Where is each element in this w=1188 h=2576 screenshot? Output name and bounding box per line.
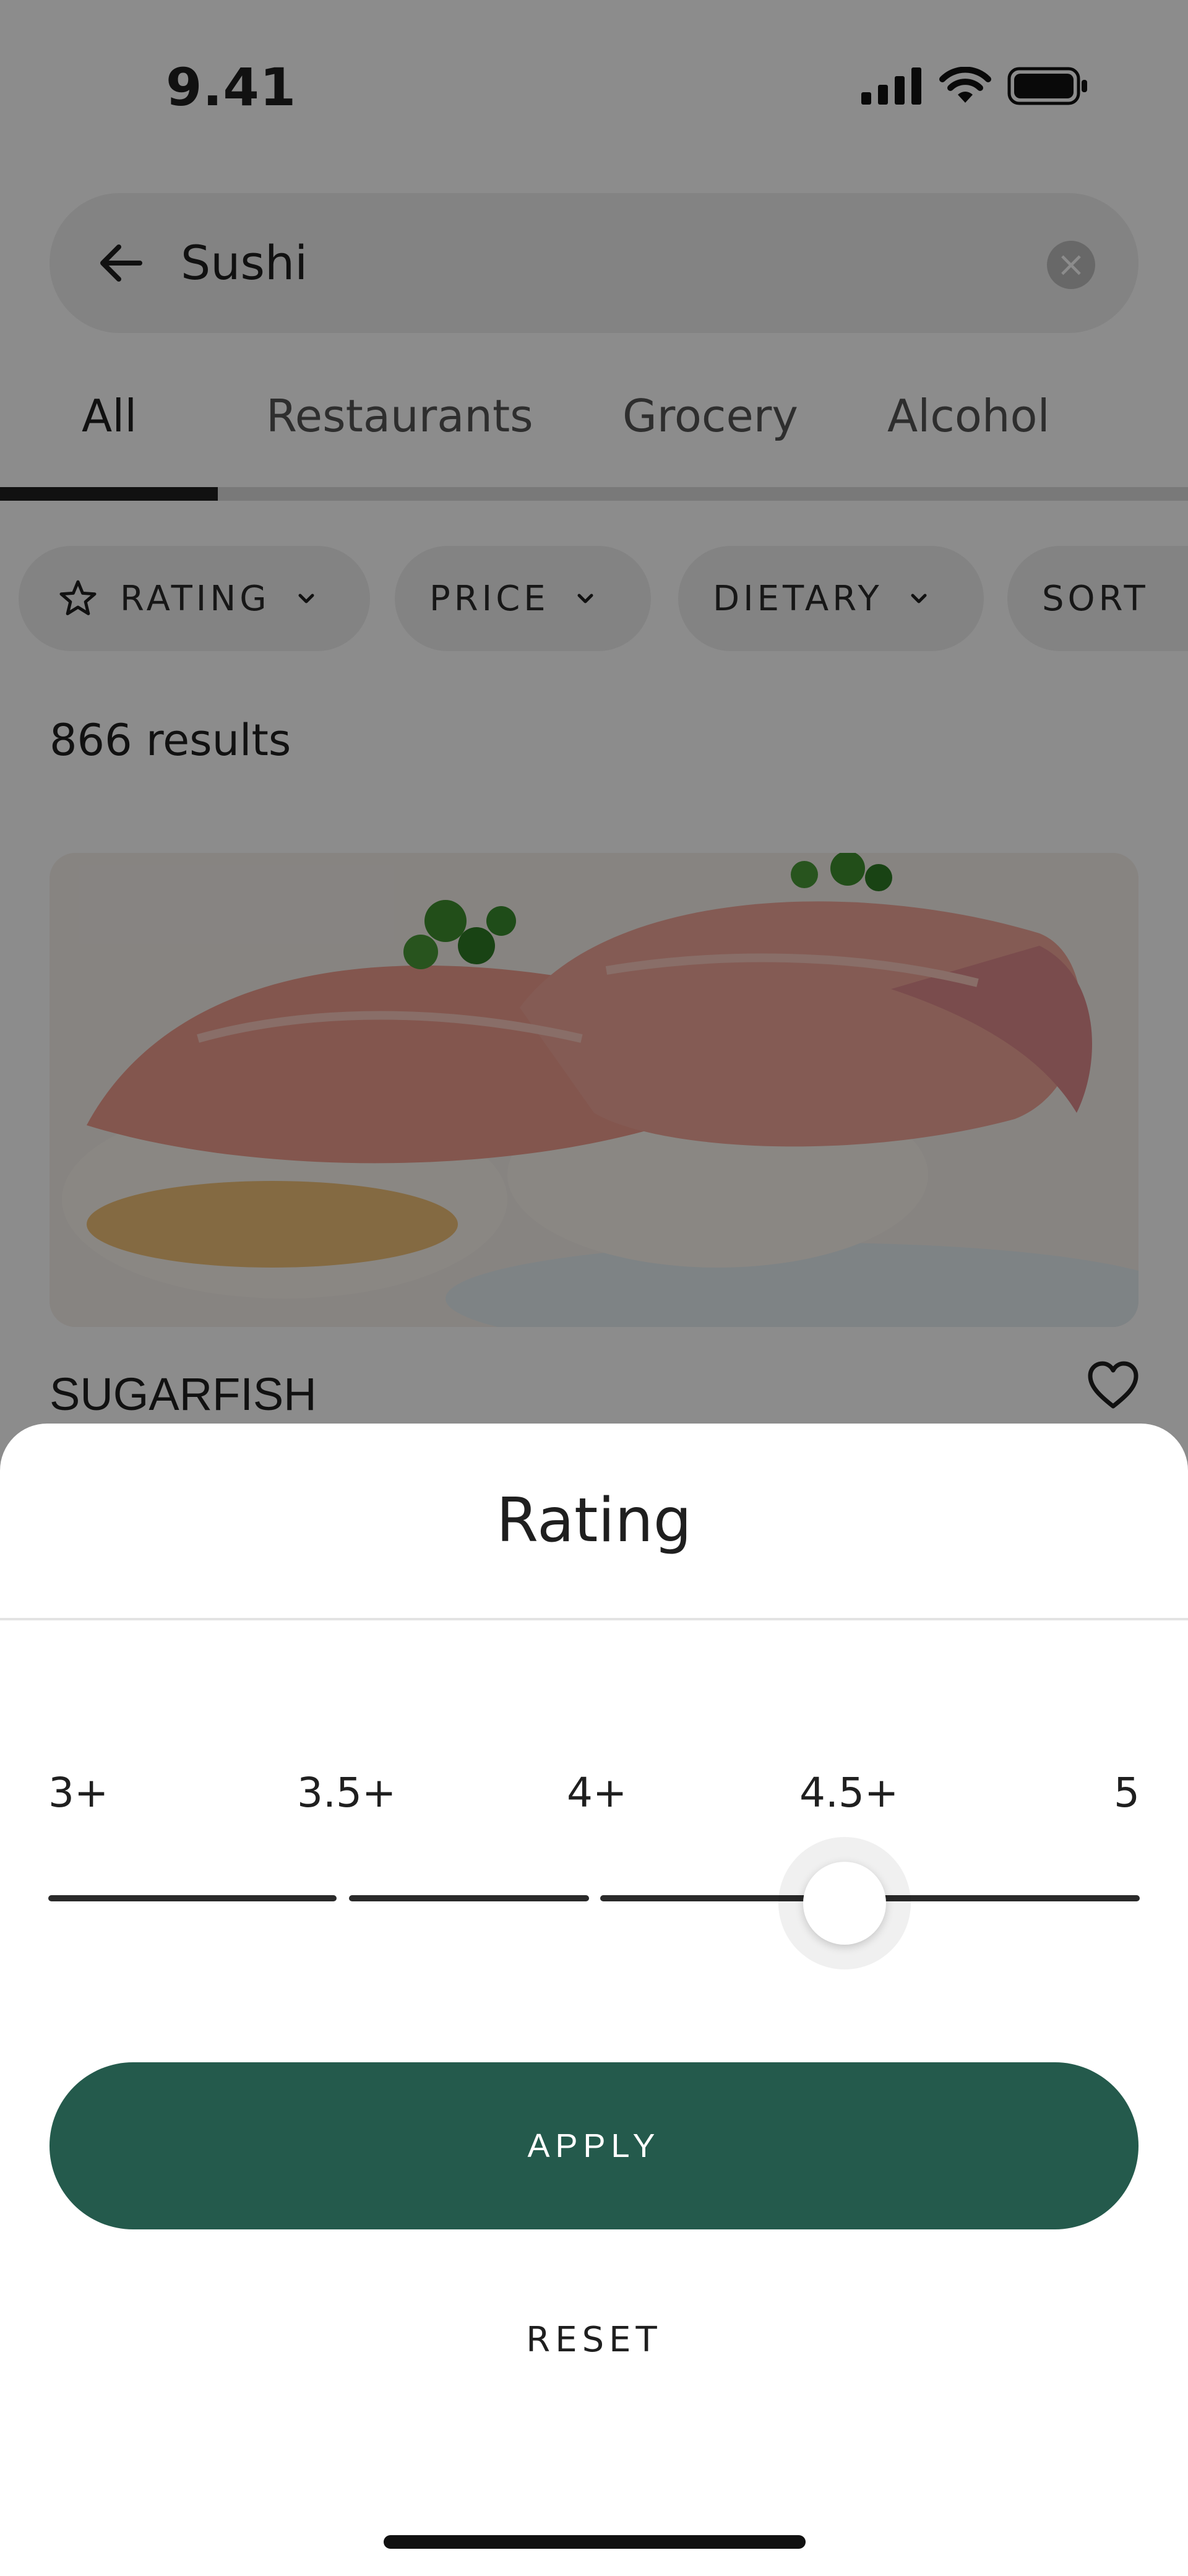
rating-option-3[interactable]: 3+ [48, 1769, 108, 1817]
rating-slider-thumb[interactable] [803, 1862, 886, 1945]
rating-option-4[interactable]: 4+ [567, 1769, 627, 1817]
search-results-screen: 9.41 Sushi × All Restaurants Grocery Alc… [0, 0, 1188, 2576]
slider-segment[interactable] [48, 1895, 337, 1901]
divider [0, 1618, 1188, 1620]
rating-option-3-5[interactable]: 3.5+ [297, 1769, 396, 1817]
rating-sheet: Rating 3+ 3.5+ 4+ 4.5+ 5 APPLY RESET [0, 1424, 1188, 2576]
slider-segment[interactable] [349, 1895, 589, 1901]
reset-button[interactable]: RESET [0, 2320, 1188, 2360]
apply-button[interactable]: APPLY [50, 2062, 1138, 2229]
rating-option-4-5[interactable]: 4.5+ [799, 1769, 898, 1817]
sheet-title: Rating [496, 1485, 692, 1556]
home-indicator[interactable] [384, 2535, 806, 2549]
rating-option-5[interactable]: 5 [1114, 1769, 1140, 1817]
